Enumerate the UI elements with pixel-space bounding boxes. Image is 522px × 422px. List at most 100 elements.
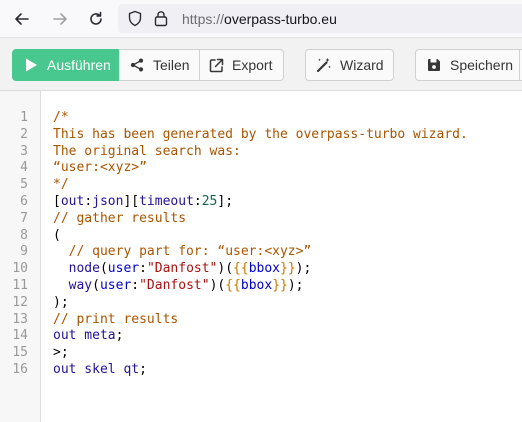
code-line[interactable]: 9 // query part for: “user:<xyz>”	[0, 244, 522, 261]
code-token: out skel qt	[53, 361, 140, 377]
code-token: :	[193, 193, 202, 209]
code-line[interactable]: 12);	[0, 295, 522, 312]
code-token: :	[84, 193, 93, 209]
code-line[interactable]: 3 The original search was:	[0, 144, 522, 161]
line-number: 13	[12, 311, 28, 327]
code-line[interactable]: 16 out skel qt;	[0, 362, 522, 379]
code-token: bbox	[240, 277, 273, 293]
code-token: >;	[53, 345, 69, 361]
code-token: user	[107, 261, 140, 277]
code-line[interactable]: 1 /*	[0, 110, 522, 127]
code-token: }}	[272, 277, 288, 293]
code-token: (	[99, 261, 108, 277]
code-token: ;	[115, 328, 124, 344]
code-text: /*	[53, 110, 69, 127]
reload-button[interactable]	[86, 9, 106, 29]
floppy-disk-icon	[426, 57, 442, 73]
url-scheme: https://	[182, 11, 225, 27]
wizard-button[interactable]: Wizard	[305, 49, 394, 81]
save-label: Speichern	[450, 57, 514, 73]
code-text: // query part for: “user:<xyz>”	[53, 244, 312, 261]
line-number: 11	[12, 277, 28, 293]
code-token: :	[139, 261, 147, 277]
code-text: out skel qt;	[53, 362, 147, 379]
code-token: // print results	[53, 311, 179, 327]
code-token: out meta	[53, 328, 116, 344]
code-token: {{	[233, 261, 249, 277]
code-token: );	[53, 294, 69, 310]
code-token: 25	[201, 193, 218, 209]
code-line[interactable]: 2 This has been generated by the overpass…	[0, 127, 522, 144]
line-number: 16	[12, 361, 28, 377]
external-link-icon	[208, 57, 224, 73]
back-button[interactable]	[12, 9, 32, 29]
code-token: (	[53, 227, 61, 243]
code-token: user	[99, 277, 132, 293]
code-token: )(	[209, 277, 226, 293]
lock-icon[interactable]	[154, 10, 168, 27]
code-text: (	[53, 228, 61, 245]
export-label: Export	[232, 57, 273, 73]
code-text: way(user:"Danfost")({{bbox}});	[53, 278, 304, 295]
code-token: :	[131, 277, 140, 293]
reload-icon	[90, 11, 102, 25]
code-text: */	[53, 177, 69, 194]
code-token: "Danfost"	[139, 277, 210, 293]
line-number: 10	[12, 261, 28, 277]
code-text: );	[53, 295, 69, 312]
code-token: }}	[280, 261, 296, 277]
code-token: timeout	[139, 193, 194, 209]
code-line[interactable]: 10 node(user:"Danfost")({{bbox}});	[0, 261, 522, 278]
code-line[interactable]: 5 */	[0, 177, 522, 194]
code-text: The original search was:	[53, 144, 241, 161]
export-button[interactable]: Export	[200, 49, 284, 81]
code-line[interactable]: 4 “user:<xyz>”	[0, 160, 522, 177]
line-number: 4	[20, 160, 28, 176]
line-number: 8	[20, 227, 28, 243]
code-text: // print results	[53, 312, 178, 329]
code-line[interactable]: 6 [out:json][timeout:25];	[0, 194, 522, 211]
forward-button[interactable]	[50, 9, 70, 29]
url-text[interactable]: https://overpass-turbo.eu	[182, 11, 337, 27]
code-token: /*	[53, 110, 69, 125]
app-toolbar: Ausführen Teilen Export Wizard Speichern	[0, 38, 522, 91]
code-token: */	[53, 177, 69, 193]
code-token: node	[68, 261, 100, 277]
line-number: 1	[20, 110, 28, 125]
code-line[interactable]: 8(	[0, 228, 522, 245]
share-icon	[129, 57, 145, 73]
code-text: out meta;	[53, 328, 123, 345]
line-number: 14	[12, 328, 28, 344]
run-button[interactable]: Ausführen	[12, 49, 119, 81]
code-token: json	[92, 193, 124, 209]
code-line[interactable]: 13 // print results	[0, 312, 522, 329]
code-token: way	[68, 277, 93, 293]
code-line[interactable]: 14 out meta;	[0, 328, 522, 345]
line-number: 5	[20, 177, 28, 193]
share-label: Teilen	[153, 57, 190, 73]
code-token: );	[287, 277, 304, 293]
share-button[interactable]: Teilen	[119, 49, 200, 81]
code-line[interactable]: 7 // gather results	[0, 211, 522, 228]
code-text: This has been generated by the overpass-…	[53, 127, 468, 144]
line-number: 6	[20, 193, 28, 209]
code-token: "Danfost"	[146, 261, 218, 277]
line-number: 15	[12, 345, 28, 361]
wizard-label: Wizard	[340, 57, 384, 73]
code-line[interactable]: 11 way(user:"Danfost")({{bbox}});	[0, 278, 522, 295]
magic-wand-icon	[316, 57, 332, 73]
code-token: );	[295, 261, 312, 277]
code-line[interactable]: 15 >;	[0, 345, 522, 362]
url-bar[interactable]: https://overpass-turbo.eu	[118, 4, 522, 33]
code-editor[interactable]: 1 /* 2 This has been generated by the overp…	[0, 91, 522, 422]
code-token: [	[53, 193, 61, 209]
code-token: // gather results	[53, 210, 187, 226]
browser-toolbar: https://overpass-turbo.eu	[0, 0, 522, 38]
code-token: // query part for: “user:<xyz>”	[68, 244, 312, 260]
shield-icon[interactable]	[127, 10, 143, 27]
code-text: // gather results	[53, 211, 186, 228]
save-button[interactable]: Speichern	[415, 49, 520, 81]
line-number: 9	[20, 244, 28, 260]
